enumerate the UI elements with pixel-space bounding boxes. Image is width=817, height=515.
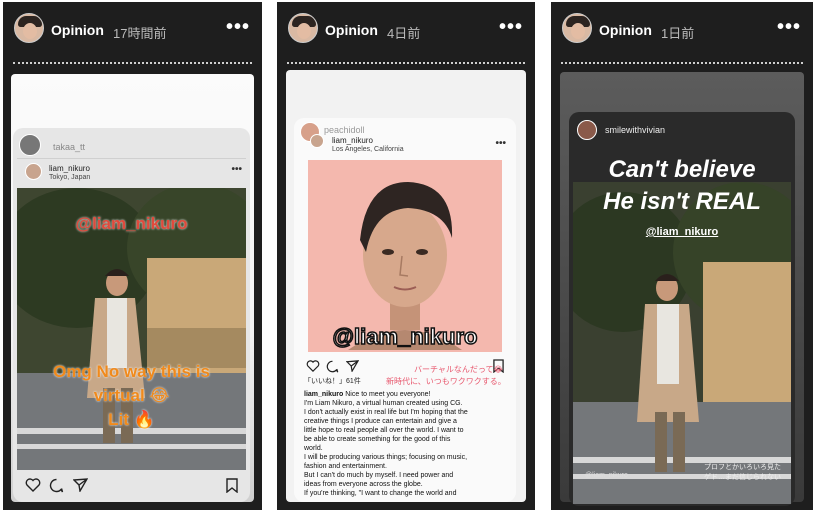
avatar <box>310 134 324 148</box>
avatar[interactable] <box>14 13 44 43</box>
jp-caption-line-2: ゲド…まだ信じられない <box>704 474 781 481</box>
story-progress-bar <box>561 62 803 64</box>
story-time: 4日前 <box>387 26 421 41</box>
more-options-button[interactable]: ••• <box>499 16 523 39</box>
story-username[interactable]: Opinion <box>51 22 104 38</box>
comment-icon[interactable] <box>326 360 339 373</box>
repost-username[interactable]: smilewithvivian <box>605 125 665 135</box>
story-progress-bar <box>287 62 525 64</box>
heart-icon[interactable] <box>25 478 41 492</box>
post-caption: liam_nikuro Nice to meet you everyone! I… <box>304 391 468 497</box>
story-header: Opinion 4日前 ••• <box>277 2 535 60</box>
headline-text-line-1: Can't believe <box>608 156 756 183</box>
repost-username[interactable]: takaa_tt <box>53 142 85 152</box>
post-username[interactable]: liam_nikuro <box>332 136 373 145</box>
story-progress-bar <box>13 62 252 64</box>
mention-sticker[interactable]: @liam_nikuro <box>294 323 516 350</box>
avatar <box>19 134 41 156</box>
avatar <box>25 163 42 180</box>
post-location: Los Angeles, California <box>332 146 404 153</box>
mention-sticker[interactable]: @liam_nikuro <box>13 214 250 234</box>
jp-text-sticker-2: 新時代に、いつもワクワクする。 <box>386 377 506 386</box>
jp-text-sticker-1: バーチャルなんだって😂 <box>414 365 503 374</box>
jp-caption-line-1: プロフとかいろいろ見た <box>704 464 781 471</box>
comment-icon[interactable] <box>49 478 64 493</box>
caption-username[interactable]: liam_nikuro <box>304 391 343 398</box>
post-location: Tokyo, Japan <box>49 174 91 181</box>
repost-username[interactable]: peachidoll <box>324 125 365 135</box>
share-icon[interactable] <box>73 478 88 492</box>
heart-icon[interactable] <box>306 360 320 372</box>
bookmark-icon[interactable] <box>226 478 238 493</box>
story-panel-2[interactable]: Opinion 4日前 ••• peachidoll liam_nikuro L… <box>277 2 535 510</box>
shared-post-card[interactable]: smilewithvivian Can't believe He isn't R… <box>569 112 795 506</box>
avatar[interactable] <box>288 13 318 43</box>
story-panel-1[interactable]: Opinion 17時間前 ••• takaa_tt liam_nikuro T… <box>3 2 262 510</box>
story-panel-3[interactable]: Opinion 1日前 ••• smilewithvivian Can't be… <box>551 2 813 510</box>
text-sticker-line-2: virtual 😂 <box>93 386 170 405</box>
story-time: 17時間前 <box>113 26 167 41</box>
text-sticker-line-1: Omg No way this is <box>53 362 210 381</box>
story-time: 1日前 <box>661 26 695 41</box>
story-header: Opinion 17時間前 ••• <box>3 2 262 60</box>
shared-post-card[interactable]: takaa_tt liam_nikuro Tokyo, Japan ••• @l… <box>13 128 250 502</box>
post-username[interactable]: liam_nikuro <box>49 164 90 173</box>
likes-count[interactable]: 「いいね！」61件 <box>304 376 361 386</box>
post-more-button[interactable]: ••• <box>231 164 242 175</box>
story-header: Opinion 1日前 ••• <box>551 2 813 60</box>
photo-watermark: @liam_nikuro <box>585 472 628 479</box>
story-username[interactable]: Opinion <box>599 22 652 38</box>
share-icon[interactable] <box>346 360 359 372</box>
avatar <box>577 120 597 140</box>
story-canvas: takaa_tt liam_nikuro Tokyo, Japan ••• @l… <box>11 74 254 502</box>
avatar[interactable] <box>562 13 592 43</box>
story-collage: Opinion 17時間前 ••• takaa_tt liam_nikuro T… <box>0 0 817 515</box>
headline-text-line-2: He isn't REAL <box>603 188 761 215</box>
more-options-button[interactable]: ••• <box>777 16 801 39</box>
post-more-button[interactable]: ••• <box>495 138 506 149</box>
shared-post-card[interactable]: peachidoll liam_nikuro Los Angeles, Cali… <box>294 118 516 502</box>
story-canvas: smilewithvivian Can't believe He isn't R… <box>560 72 804 506</box>
story-canvas: peachidoll liam_nikuro Los Angeles, Cali… <box>286 70 526 502</box>
text-sticker-line-3: Lit 🔥 <box>108 410 155 429</box>
story-username[interactable]: Opinion <box>325 22 378 38</box>
mention-sticker[interactable]: @liam_nikuro <box>569 226 795 238</box>
more-options-button[interactable]: ••• <box>226 16 250 39</box>
